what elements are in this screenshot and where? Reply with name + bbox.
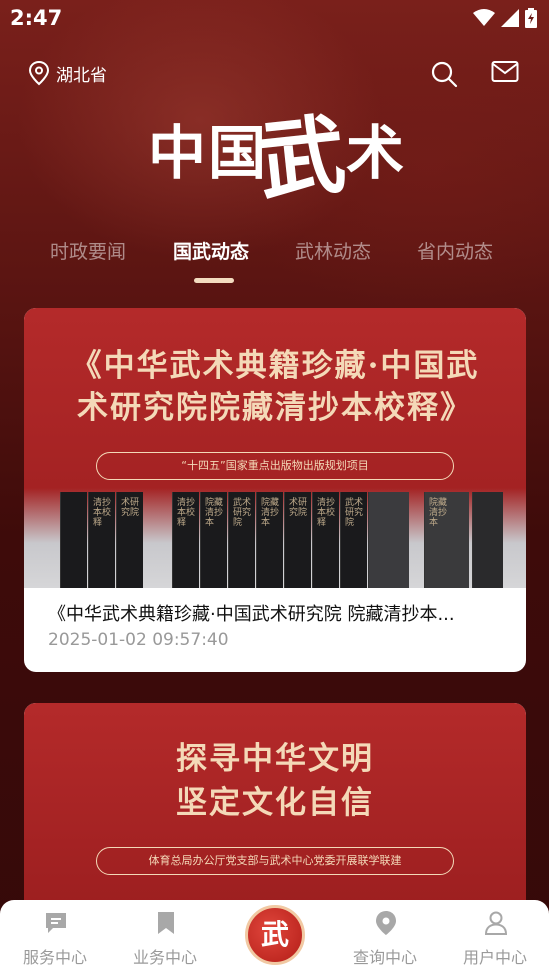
mail-icon[interactable]: [491, 60, 519, 84]
nav-label: 服务中心: [22, 948, 87, 967]
nav-query-center[interactable]: 查询中心: [335, 900, 435, 976]
status-icons: [473, 8, 537, 28]
banner-title-line1: 《中华武术典籍珍藏·中国武: [70, 348, 480, 384]
wifi-icon: [473, 9, 495, 26]
banner-tag: 体育总局办公厅党支部与武术中心党委开展联学联建: [96, 847, 454, 875]
user-icon: [484, 911, 508, 935]
tab-guowu[interactable]: 国武动态: [173, 237, 249, 264]
bookmark-icon: [158, 912, 174, 934]
app-logo: 中国 武 术: [148, 88, 408, 213]
category-tabs: 时政要闻 国武动态 武林动态 省内动态: [0, 232, 549, 282]
article-card[interactable]: 《中华武术典籍珍藏·中国武 术研究院院藏清抄本校释》 “十四五”国家重点出版物出…: [24, 308, 526, 672]
tab-wulin[interactable]: 武林动态: [295, 237, 371, 264]
logo-text-1: 中国: [148, 119, 269, 187]
banner-title-line2: 坚定文化自信: [176, 785, 374, 821]
logo-text-2: 武: [253, 103, 350, 214]
location-label: 湖北省: [56, 65, 107, 86]
chat-icon: [46, 913, 66, 933]
logo-text-3: 术: [346, 119, 405, 187]
nav-business-center[interactable]: 业务中心: [115, 900, 215, 976]
location-pin-icon: [28, 60, 50, 86]
location-selector[interactable]: 湖北省: [28, 60, 107, 86]
article-date: 2025-01-02 09:57:40: [48, 630, 229, 650]
article-card[interactable]: 探寻中华文明 坚定文化自信 体育总局办公厅党支部与武术中心党委开展联学联建: [24, 703, 526, 923]
article-banner: 探寻中华文明 坚定文化自信 体育总局办公厅党支部与武术中心党委开展联学联建: [24, 703, 526, 923]
signal-icon: [501, 9, 519, 27]
nav-user-center[interactable]: 用户中心: [445, 900, 545, 976]
nav-label: 查询中心: [352, 948, 417, 967]
search-icon[interactable]: [430, 60, 458, 88]
status-bar: 2:47: [0, 0, 549, 36]
article-banner: 《中华武术典籍珍藏·中国武 术研究院院藏清抄本校释》 “十四五”国家重点出版物出…: [24, 308, 526, 588]
books-image: 清抄本校释 术研究院 清抄本校释 院藏清抄本 武术研究院 院藏清抄本 术研究院 …: [24, 488, 526, 588]
article-headline: 《中华武术典籍珍藏·中国武术研究院 院藏清抄本...: [48, 604, 455, 625]
tab-shengnei[interactable]: 省内动态: [417, 237, 493, 264]
status-time: 2:47: [10, 6, 63, 30]
banner-title-line2: 术研究院院藏清抄本校释》: [77, 390, 473, 426]
banner-title-line1: 探寻中华文明: [176, 741, 374, 777]
location-pin-icon: [376, 911, 396, 935]
battery-icon: [525, 8, 537, 28]
tab-shizheng[interactable]: 时政要闻: [50, 237, 126, 264]
nav-label: 用户中心: [462, 948, 527, 967]
banner-tag: “十四五”国家重点出版物出版规划项目: [96, 452, 454, 480]
center-wushu-button[interactable]: 武: [245, 905, 305, 965]
nav-service-center[interactable]: 服务中心: [5, 900, 105, 976]
nav-label: 业务中心: [132, 948, 197, 967]
active-tab-indicator: [194, 278, 234, 283]
